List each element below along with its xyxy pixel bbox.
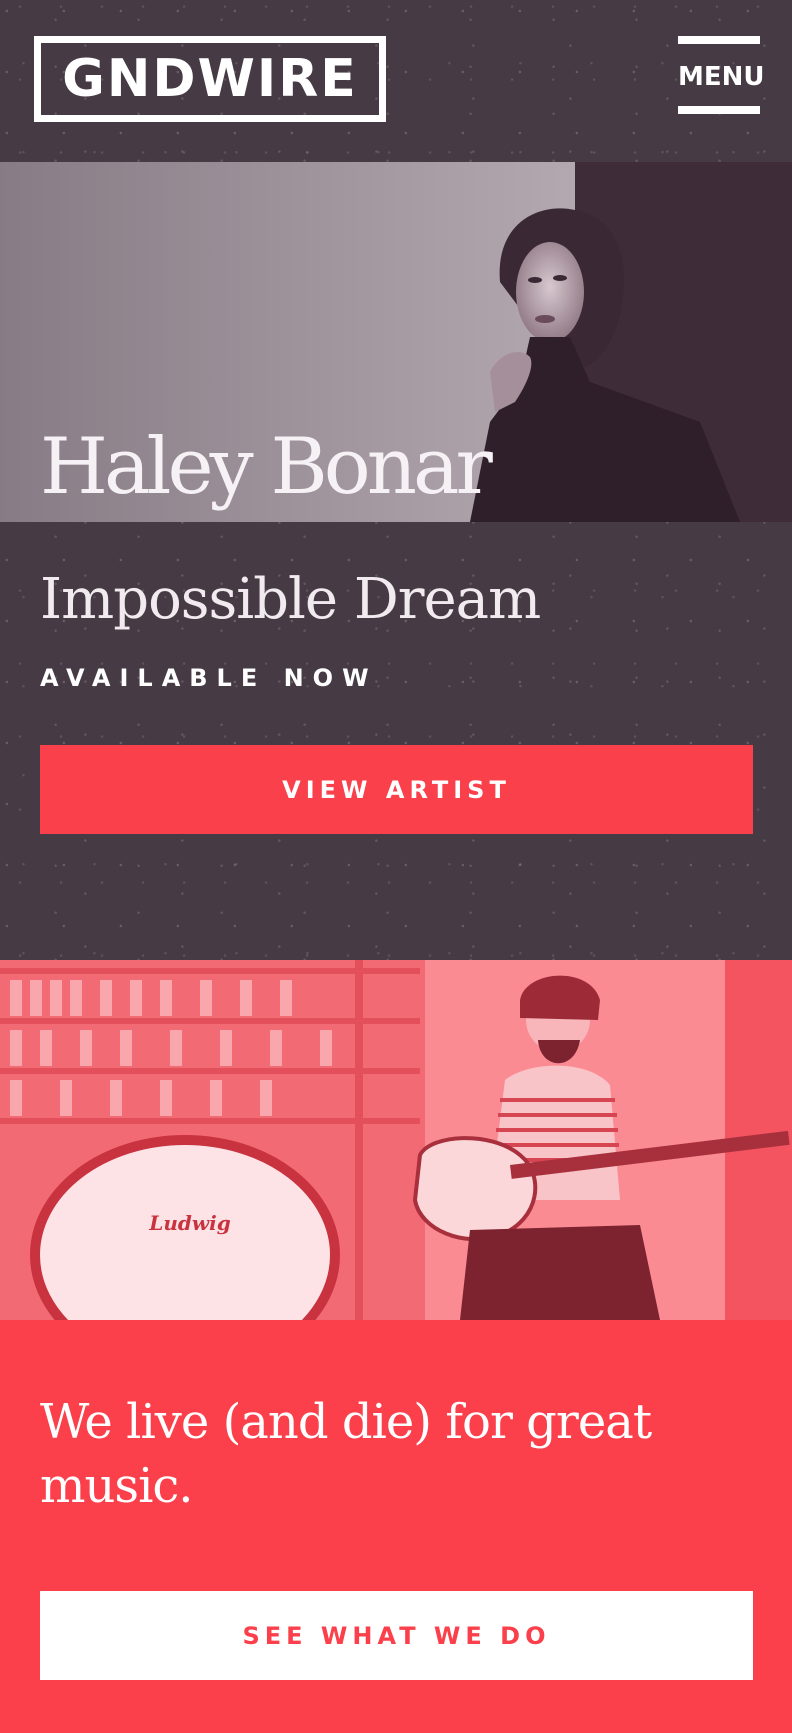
menu-bar-top: [678, 36, 760, 44]
view-artist-label: VIEW ARTIST: [282, 775, 511, 804]
menu-bar-bottom: [678, 106, 760, 114]
studio-musician-illustration: Ludwig: [0, 960, 792, 1320]
artist-name: Haley Bonar: [40, 422, 493, 512]
mission-headline: We live (and die) for great music.: [40, 1394, 652, 1514]
band-studio-photo: Ludwig: [0, 960, 792, 1320]
drum-brand-text: Ludwig: [148, 1211, 230, 1235]
view-artist-button[interactable]: VIEW ARTIST: [40, 745, 753, 834]
album-title: Impossible Dream: [40, 567, 541, 632]
site-header: GNDWIRE MENU: [0, 0, 792, 162]
site-logo[interactable]: GNDWIRE: [34, 36, 386, 122]
menu-button[interactable]: MENU: [678, 36, 765, 118]
menu-label: MENU: [678, 62, 765, 92]
logo-text: GNDWIRE: [62, 49, 358, 109]
see-what-we-do-button[interactable]: SEE WHAT WE DO: [40, 1591, 753, 1680]
availability-label: AVAILABLE NOW: [40, 664, 378, 692]
see-what-we-do-label: SEE WHAT WE DO: [242, 1621, 551, 1650]
